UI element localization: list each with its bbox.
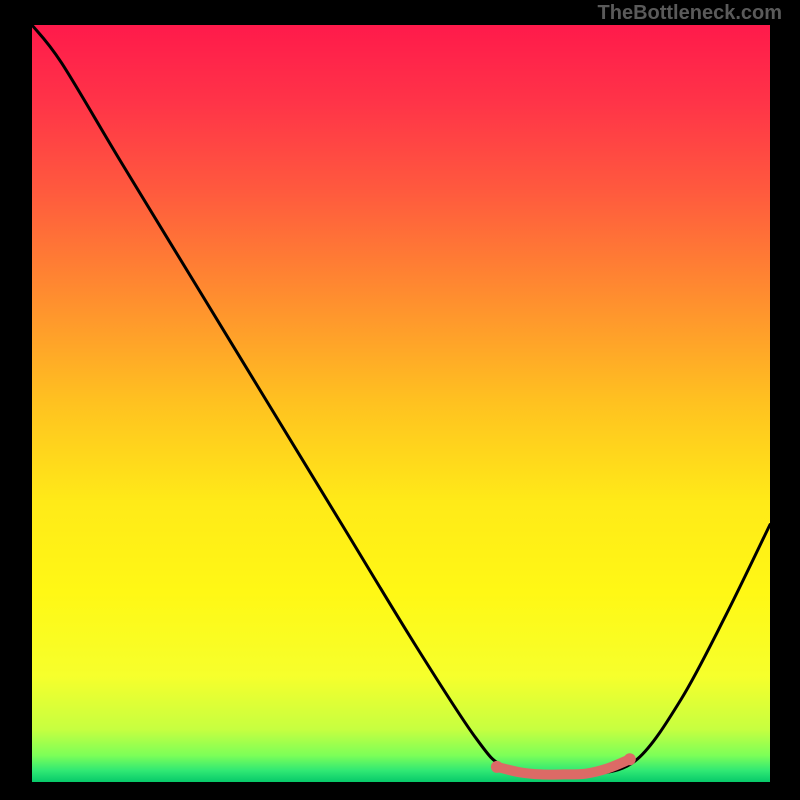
optimal-zone-endpoint [491, 761, 503, 773]
plot-background [32, 25, 770, 782]
chart-stage: TheBottleneck.com [0, 0, 800, 800]
optimal-zone-endpoint [624, 753, 636, 765]
chart-svg [0, 0, 800, 800]
